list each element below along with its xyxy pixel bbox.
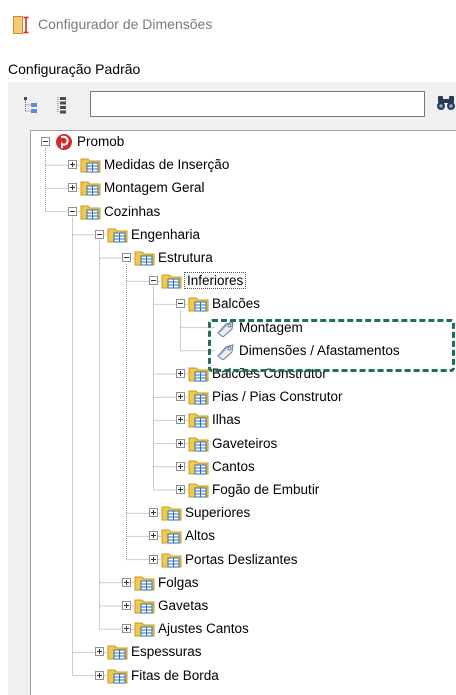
- tree-node-label: Pias / Pias Construtor: [212, 389, 343, 405]
- expand-node-icon[interactable]: [176, 392, 185, 402]
- dimension-tree[interactable]: Promob Medidas de Inserção Montagem Geral C…: [30, 130, 456, 695]
- folder-table-icon: [107, 669, 128, 684]
- expand-node-icon[interactable]: [176, 485, 185, 494]
- promob-logo-icon: [56, 134, 72, 150]
- collapse-node-icon[interactable]: [176, 299, 185, 309]
- config-panel: Promob Medidas de Inserção Montagem Geral C…: [8, 82, 456, 695]
- folder-table-icon: [188, 367, 209, 382]
- tree-node-label: Estrutura: [158, 250, 213, 265]
- tree-node-label: Montagem: [239, 319, 303, 335]
- expand-node-icon[interactable]: [176, 415, 185, 425]
- expand-node-icon[interactable]: [122, 624, 131, 634]
- collapse-all-icon[interactable]: [23, 96, 39, 114]
- expand-node-icon[interactable]: [68, 183, 77, 193]
- folder-table-icon: [188, 413, 209, 428]
- tag-icon: [217, 320, 234, 337]
- tree-node-label: Ajustes Cantos: [158, 621, 249, 637]
- folder-table-icon: [188, 437, 209, 452]
- folder-table-icon: [80, 181, 101, 196]
- folder-table-icon: [161, 529, 182, 544]
- tree-node-label: Altos: [185, 528, 216, 544]
- window-title: Configurador de Dimensões: [38, 16, 213, 32]
- tag-icon: [217, 344, 234, 360]
- expand-node-icon[interactable]: [176, 369, 185, 378]
- tree-node-label: Gaveteiros: [212, 435, 278, 451]
- tree-node-label: Promob: [77, 134, 125, 149]
- folder-table-icon: [80, 205, 101, 220]
- tree-node-label: Cozinhas: [104, 203, 161, 219]
- tree-node-label: Dimensões / Afastamentos: [239, 342, 400, 358]
- collapse-node-icon[interactable]: [95, 229, 104, 239]
- tree-node-label: Superiores: [185, 505, 251, 521]
- expand-node-icon[interactable]: [149, 531, 158, 541]
- tree-node-label: Medidas de Inserção: [104, 157, 230, 173]
- expand-node-icon[interactable]: [149, 554, 158, 564]
- binoculars-icon[interactable]: [436, 94, 456, 112]
- collapse-node-icon[interactable]: [41, 137, 50, 146]
- tree-node-label: Balcões Construtor: [212, 366, 327, 381]
- tree-node-label: Balcões: [212, 296, 261, 312]
- tree-node-label: Inferiores: [183, 272, 247, 290]
- folder-table-icon: [161, 274, 182, 289]
- tree-node-label: Fitas de Borda: [131, 667, 219, 683]
- tree-node-label: Cantos: [212, 458, 255, 474]
- folder-table-icon: [107, 228, 128, 243]
- tree-node-label: Folgas: [158, 574, 199, 590]
- tree-node-label: Montagem Geral: [104, 180, 205, 196]
- folder-table-icon: [188, 483, 209, 498]
- expand-node-icon[interactable]: [122, 577, 131, 587]
- ruler-dimension-icon: [13, 16, 29, 34]
- collapse-node-icon[interactable]: [149, 276, 158, 286]
- folder-table-icon: [188, 390, 209, 405]
- expand-all-icon[interactable]: [54, 96, 70, 114]
- title-bar: Configurador de Dimensões: [0, 0, 456, 50]
- tree-node-label: Espessuras: [131, 644, 202, 660]
- tree-node-label: Fogão de Embutir: [212, 482, 320, 497]
- expand-node-icon[interactable]: [176, 461, 185, 471]
- expand-node-icon[interactable]: [122, 601, 131, 610]
- folder-table-icon: [134, 599, 155, 614]
- expand-node-icon[interactable]: [95, 670, 104, 680]
- tree-node-label: Portas Deslizantes: [185, 551, 298, 567]
- folder-table-icon: [134, 251, 155, 266]
- collapse-node-icon[interactable]: [68, 206, 77, 216]
- folder-table-icon: [107, 645, 128, 660]
- configuration-label: Configuração Padrão: [8, 61, 141, 77]
- tree-node-label: Engenharia: [131, 226, 201, 242]
- expand-node-icon[interactable]: [68, 160, 77, 170]
- collapse-node-icon[interactable]: [122, 253, 131, 262]
- folder-table-icon: [188, 460, 209, 475]
- folder-table-icon: [134, 622, 155, 637]
- folder-table-icon: [161, 506, 182, 521]
- folder-table-icon: [134, 576, 155, 591]
- search-input[interactable]: [90, 91, 425, 117]
- folder-table-icon: [80, 158, 101, 173]
- expand-node-icon[interactable]: [149, 508, 158, 518]
- tree-node-label: Gavetas: [158, 598, 209, 613]
- expand-node-icon[interactable]: [95, 647, 104, 657]
- folder-table-icon: [161, 553, 182, 568]
- tree-node-label: Ilhas: [212, 412, 241, 428]
- expand-node-icon[interactable]: [176, 438, 185, 448]
- folder-table-icon: [188, 297, 209, 312]
